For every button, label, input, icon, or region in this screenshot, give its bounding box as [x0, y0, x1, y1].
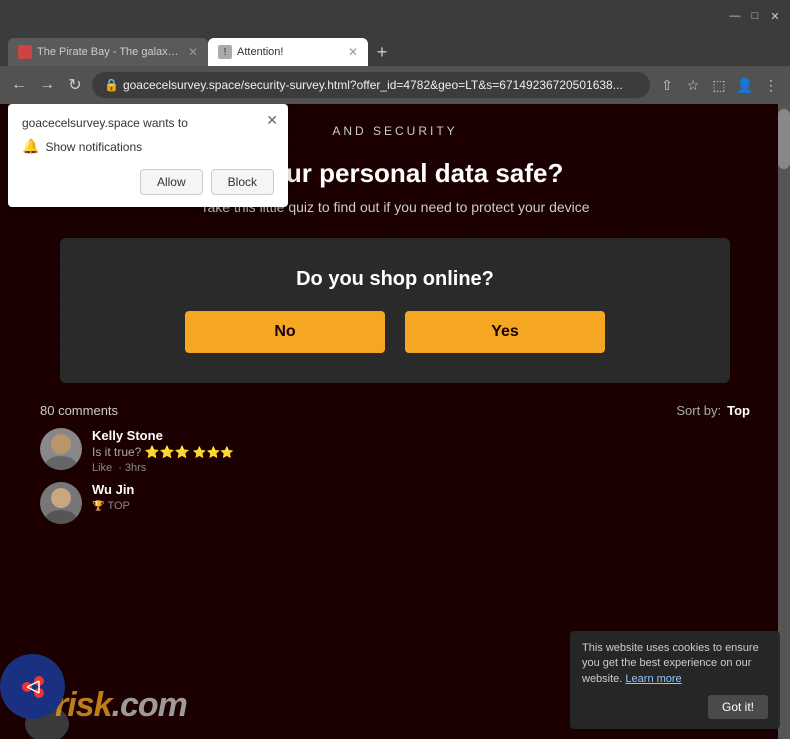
quiz-question: Do you shop online?: [100, 268, 690, 291]
tab-piratebay-label: The Pirate Bay - The galaxy's mo...: [37, 46, 179, 58]
comment-name: Wu Jin: [92, 482, 750, 497]
list-item: Kelly Stone Is it true? ⭐⭐⭐ ⭐⭐⭐ Like · 3…: [40, 428, 750, 474]
window-controls: — □ ✕: [728, 9, 782, 23]
forward-button[interactable]: →: [36, 76, 58, 94]
sort-by: Sort by: Top: [676, 403, 750, 418]
title-bar: — □ ✕: [0, 0, 790, 32]
browser-window: — □ ✕ The Pirate Bay - The galaxy's mo..…: [0, 0, 790, 104]
tab-attention-label: Attention!: [237, 46, 339, 58]
sort-value[interactable]: Top: [727, 403, 750, 418]
address-bar: ← → ↻ 🔒 goacecelsurvey.space/security-su…: [0, 66, 790, 104]
got-it-button[interactable]: Got it!: [708, 695, 768, 719]
notification-popup: ✕ goacecelsurvey.space wants to 🔔 Show n…: [8, 104, 288, 207]
bottom-left-logo: [0, 639, 120, 719]
close-window-button[interactable]: ✕: [768, 9, 782, 23]
risk-dot: .com: [112, 686, 187, 724]
address-url: goacecelsurvey.space/security-survey.htm…: [123, 78, 623, 92]
comments-header: 80 comments Sort by: Top: [40, 403, 750, 418]
popup-notification-text: Show notifications: [45, 140, 142, 154]
tab-attention-close[interactable]: ✕: [348, 45, 358, 59]
popup-notification-row: 🔔 Show notifications: [22, 138, 274, 155]
refresh-button[interactable]: ↻: [64, 75, 86, 95]
comment-text-content: Is it true? ⭐⭐⭐: [92, 445, 190, 459]
avatar: [40, 482, 82, 524]
top-icon: 🏆: [92, 501, 104, 512]
no-button[interactable]: No: [185, 311, 385, 353]
menu-icon[interactable]: ⋮: [760, 77, 782, 94]
list-item: Wu Jin 🏆 TOP: [40, 482, 750, 524]
block-button[interactable]: Block: [211, 169, 274, 195]
new-tab-button[interactable]: +: [368, 38, 396, 66]
logo-circle: [0, 654, 65, 719]
tab-piratebay[interactable]: The Pirate Bay - The galaxy's mo... ✕: [8, 38, 208, 66]
stars-icon: ⭐⭐⭐: [193, 447, 234, 459]
address-actions: ⇧ ☆ ⬚ 👤 ⋮: [656, 77, 782, 94]
back-button[interactable]: ←: [8, 76, 30, 94]
top-label: TOP: [107, 500, 129, 512]
popup-close-button[interactable]: ✕: [266, 112, 278, 129]
comment-text: Is it true? ⭐⭐⭐ ⭐⭐⭐: [92, 445, 750, 459]
tab-attention[interactable]: ! Attention! ✕: [208, 38, 368, 66]
lock-icon: 🔒: [104, 78, 119, 92]
cookie-banner: This website uses cookies to ensure you …: [570, 631, 780, 729]
popup-title: goacecelsurvey.space wants to: [22, 116, 274, 130]
yes-button[interactable]: Yes: [405, 311, 605, 353]
tabs-bar: The Pirate Bay - The galaxy's mo... ✕ ! …: [0, 32, 790, 66]
tab-piratebay-close[interactable]: ✕: [188, 45, 198, 59]
comment-time: · 3hrs: [118, 462, 146, 474]
avatar: [40, 428, 82, 470]
comment-name: Kelly Stone: [92, 428, 750, 443]
attention-icon: !: [218, 45, 232, 59]
learn-more-link[interactable]: Learn more: [625, 673, 681, 685]
pirate-icon: [18, 45, 32, 59]
comment-meta: Like · 3hrs: [92, 462, 750, 474]
allow-button[interactable]: Allow: [140, 169, 203, 195]
sort-label: Sort by:: [676, 403, 721, 418]
share-icon[interactable]: ⇧: [656, 77, 678, 94]
profile-icon[interactable]: 👤: [734, 77, 756, 94]
comment-meta: 🏆 TOP: [92, 500, 750, 512]
bell-icon: 🔔: [22, 138, 39, 155]
popup-buttons: Allow Block: [22, 169, 274, 195]
comment-body: Wu Jin 🏆 TOP: [92, 482, 750, 524]
extension-icon[interactable]: ⬚: [708, 77, 730, 94]
page-content: and Security Is your personal data safe?…: [0, 104, 790, 739]
maximize-button[interactable]: □: [748, 9, 762, 23]
comment-like[interactable]: Like: [92, 462, 112, 474]
comments-section: 80 comments Sort by: Top Kelly Stone Is …: [0, 393, 790, 542]
quiz-buttons: No Yes: [100, 311, 690, 353]
minimize-button[interactable]: —: [728, 9, 742, 23]
address-input[interactable]: 🔒 goacecelsurvey.space/security-survey.h…: [92, 72, 650, 98]
comments-count: 80 comments: [40, 403, 118, 418]
quiz-box: Do you shop online? No Yes: [60, 238, 730, 383]
cookie-text: This website uses cookies to ensure you …: [582, 641, 768, 687]
bookmark-icon[interactable]: ☆: [682, 77, 704, 94]
comment-body: Kelly Stone Is it true? ⭐⭐⭐ ⭐⭐⭐ Like · 3…: [92, 428, 750, 474]
